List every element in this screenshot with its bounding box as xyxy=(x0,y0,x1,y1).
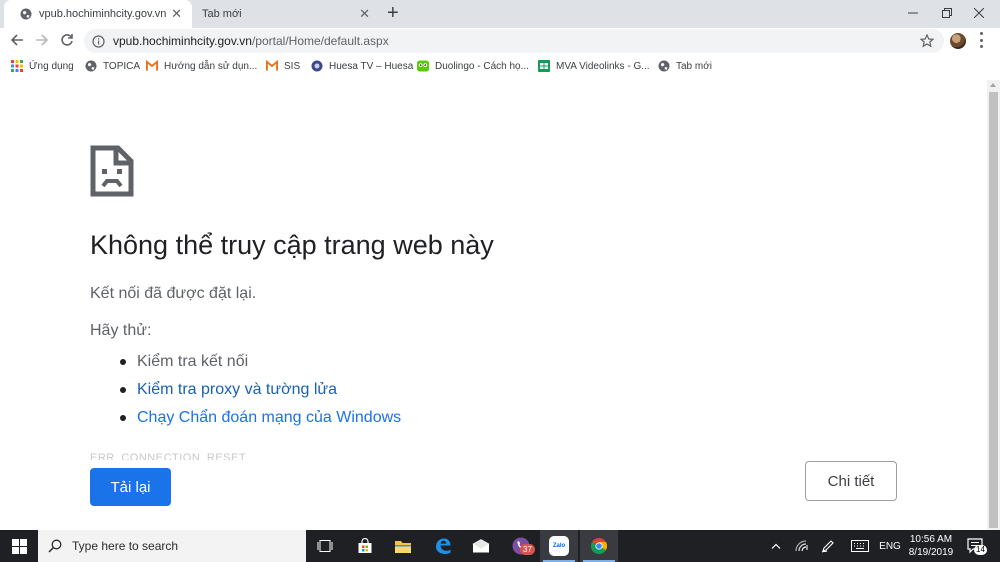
clock[interactable]: 10:56 AM 8/19/2019 xyxy=(905,533,957,559)
suggestion-network-diagnostics-link[interactable]: Chạy Chẩn đoán mạng của Windows xyxy=(120,404,401,432)
taskbar: Type here to search 37 Zalo ENG 10:56 AM… xyxy=(0,530,1000,562)
error-subtitle: Kết nối đã được đặt lại. xyxy=(90,285,257,302)
forward-icon[interactable] xyxy=(31,29,53,51)
back-icon[interactable] xyxy=(6,29,28,51)
try-label: Hãy thử: xyxy=(90,322,152,339)
scroll-up-icon[interactable] xyxy=(990,83,996,87)
task-view-icon[interactable] xyxy=(306,530,344,562)
star-icon[interactable] xyxy=(920,34,934,48)
bookmark-label: Ứng dụng xyxy=(29,60,74,72)
pen-icon[interactable] xyxy=(816,530,840,562)
apps-grid-icon xyxy=(11,60,23,72)
duolingo-icon xyxy=(417,60,429,72)
zalo-icon[interactable]: Zalo xyxy=(540,530,578,562)
viber-badge: 37 xyxy=(520,544,535,555)
details-button[interactable]: Chi tiết xyxy=(805,461,897,501)
error-title: Không thể truy cập trang web này xyxy=(90,230,494,260)
reload-button[interactable]: Tải lại xyxy=(90,468,171,506)
error-page: Không thể truy cập trang web này Kết nối… xyxy=(0,80,987,530)
mail-icon[interactable] xyxy=(462,530,500,562)
wifi-icon[interactable] xyxy=(790,530,814,562)
gmail-icon xyxy=(266,60,278,72)
zalo-label: Zalo xyxy=(552,543,566,549)
new-tab-icon[interactable]: + xyxy=(387,3,399,23)
url-host: vpub.hochiminhcity.gov.vn xyxy=(113,34,252,48)
bookmark-mva[interactable]: MVA Videolinks - G... xyxy=(538,59,650,73)
menu-kebab-icon[interactable] xyxy=(978,32,984,48)
restore-icon[interactable] xyxy=(930,0,964,26)
profile-avatar[interactable] xyxy=(950,33,966,49)
globe-icon xyxy=(20,8,32,20)
store-icon[interactable] xyxy=(346,530,384,562)
error-code: ERR_CONNECTION_RESET xyxy=(90,452,247,460)
globe-icon xyxy=(658,60,670,72)
search-placeholder: Type here to search xyxy=(72,539,179,553)
minimize-icon[interactable] xyxy=(896,0,930,26)
taskbar-search-box[interactable]: Type here to search xyxy=(38,530,306,562)
bookmark-sis[interactable]: SIS xyxy=(266,59,300,73)
bookmark-label: Huesa TV – Huesa xyxy=(329,60,414,72)
bookmark-label: MVA Videolinks - G... xyxy=(556,60,650,72)
reload-icon[interactable] xyxy=(56,29,78,51)
notification-count: 14 xyxy=(974,545,987,555)
bookmark-label: Tab mới xyxy=(676,60,713,72)
tab-strip: vpub.hochiminhcity.gov.vn ✕ Tab mới ✕ + xyxy=(0,0,1000,28)
bookmark-label: TOPICA xyxy=(103,60,141,72)
bookmarks-bar: Ứng dụng TOPICA Hướng dẫn sử dụn... SIS … xyxy=(0,55,1000,77)
sheets-icon xyxy=(538,60,550,72)
viber-icon[interactable]: 37 xyxy=(502,530,540,562)
gmail-icon xyxy=(146,60,158,72)
bookmark-tab-moi[interactable]: Tab mới xyxy=(658,59,712,73)
clock-date: 8/19/2019 xyxy=(908,547,954,558)
info-icon[interactable] xyxy=(92,34,105,48)
bookmark-huesa[interactable]: Huesa TV – Huesa xyxy=(311,59,413,73)
sad-file-icon xyxy=(90,145,134,202)
huesa-icon xyxy=(311,60,323,72)
windows-start-icon[interactable] xyxy=(0,530,38,562)
browser-chrome: vpub.hochiminhcity.gov.vn ✕ Tab mới ✕ + … xyxy=(0,0,1000,80)
language-indicator[interactable]: ENG xyxy=(876,530,904,562)
bookmark-label: Hướng dẫn sử dụn... xyxy=(164,60,258,72)
bookmark-label: SIS xyxy=(284,60,301,72)
bookmark-huong-dan[interactable]: Hướng dẫn sử dụn... xyxy=(146,59,257,73)
bookmark-duolingo[interactable]: Duolingo - Cách họ... xyxy=(417,59,529,73)
bookmark-apps[interactable]: Ứng dụng xyxy=(11,59,74,73)
tab-title: vpub.hochiminhcity.gov.vn xyxy=(39,8,167,20)
globe-icon xyxy=(85,60,97,72)
tab-new[interactable]: Tab mới ✕ xyxy=(192,0,380,28)
chrome-icon[interactable] xyxy=(580,530,618,562)
bookmark-topica[interactable]: TOPICA xyxy=(85,59,140,73)
clock-time: 10:56 AM xyxy=(909,534,953,545)
file-explorer-icon[interactable] xyxy=(384,530,422,562)
tab-vpub[interactable]: vpub.hochiminhcity.gov.vn ✕ xyxy=(4,0,192,28)
edge-icon[interactable] xyxy=(424,530,462,562)
suggestion-check-proxy-link[interactable]: Kiểm tra proxy và tường lửa xyxy=(120,376,401,404)
bookmark-label: Duolingo - Cách họ... xyxy=(435,60,529,72)
close-window-icon[interactable] xyxy=(962,0,996,26)
close-tab-icon[interactable]: ✕ xyxy=(359,7,370,20)
scroll-thumb[interactable] xyxy=(989,92,998,528)
keyboard-icon[interactable] xyxy=(846,530,874,562)
show-hidden-icons-chevron-icon[interactable] xyxy=(764,530,788,562)
close-tab-icon[interactable]: ✕ xyxy=(171,7,182,20)
url-path: /portal/Home/default.aspx xyxy=(251,34,389,48)
search-icon xyxy=(48,539,62,553)
suggestion-check-connection: Kiểm tra kết nối xyxy=(120,348,401,376)
action-center-icon[interactable]: 14 xyxy=(966,536,987,556)
scrollbar[interactable] xyxy=(987,80,1000,530)
tab-title: Tab mới xyxy=(202,8,242,20)
address-bar[interactable]: vpub.hochiminhcity.gov.vn/portal/Home/de… xyxy=(84,29,944,53)
suggestion-list: Kiểm tra kết nối Kiểm tra proxy và tường… xyxy=(120,348,401,432)
